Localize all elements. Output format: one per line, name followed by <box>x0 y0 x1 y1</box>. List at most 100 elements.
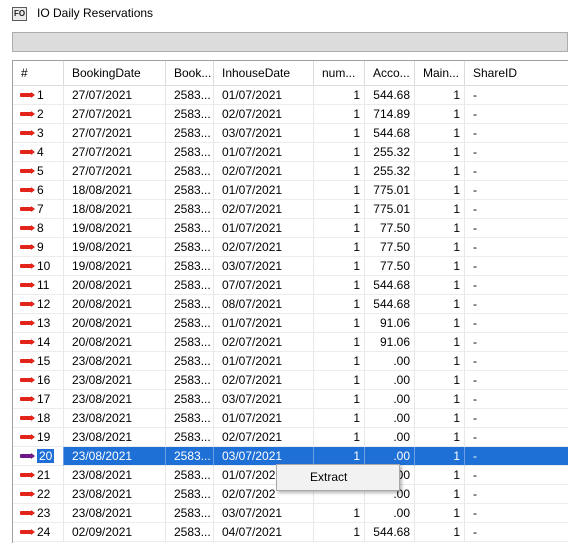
row-indicator-arrow-icon <box>20 282 35 288</box>
cell-accommodation: .00 <box>365 390 415 409</box>
cell-row-number: 6 <box>13 181 64 200</box>
cell-row-number: 5 <box>13 162 64 181</box>
cell-num: 1 <box>314 314 365 333</box>
cell-num: 1 <box>314 200 365 219</box>
table-row[interactable]: 2 27/07/2021 2583... 02/07/2021 1 714.89 1- <box>13 105 568 124</box>
table-row[interactable]: 13 20/08/2021 2583... 01/07/2021 1 91.06 1- <box>13 314 568 333</box>
cell-booking-date: 20/08/2021 <box>64 314 166 333</box>
cell-booking-date: 18/08/2021 <box>64 181 166 200</box>
cell-booking-date: 20/08/2021 <box>64 276 166 295</box>
row-number-label: 3 <box>37 126 44 140</box>
column-header-main[interactable]: Main... <box>415 61 465 85</box>
cell-share-id: - <box>465 466 568 485</box>
table-row[interactable]: 5 27/07/2021 2583... 02/07/2021 1 255.32 1- <box>13 162 568 181</box>
cell-row-number: 18 <box>13 409 64 428</box>
cell-main: 1 <box>415 105 465 124</box>
cell-num: 1 <box>314 86 365 105</box>
cell-inhouse-date: 02/07/2021 <box>214 333 314 352</box>
cell-row-number: 16 <box>13 371 64 390</box>
cell-inhouse-date: 03/07/2021 <box>214 504 314 523</box>
cell-share-id: - <box>465 523 568 542</box>
cell-booking-id: 2583... <box>166 238 214 257</box>
row-indicator-arrow-icon <box>20 149 35 155</box>
cell-booking-id: 2583... <box>166 314 214 333</box>
cell-num: 1 <box>314 276 365 295</box>
table-row[interactable]: 23 23/08/2021 2583... 03/07/2021 1.00 1- <box>13 504 568 523</box>
column-header-share-id[interactable]: ShareID <box>465 61 568 85</box>
cell-accommodation: 714.89 <box>365 105 415 124</box>
row-indicator-arrow-icon <box>20 415 35 421</box>
table-row[interactable]: 17 23/08/2021 2583... 03/07/2021 1.00 1- <box>13 390 568 409</box>
extract-menu-item[interactable]: Extract <box>279 467 397 488</box>
row-indicator-arrow-icon <box>20 225 35 231</box>
cell-num: 1 <box>314 162 365 181</box>
title-bar: FO IO Daily Reservations <box>0 0 574 28</box>
cell-inhouse-date: 02/07/2021 <box>214 200 314 219</box>
column-header-booking-id[interactable]: Book... <box>166 61 214 85</box>
table-row[interactable]: 19 23/08/2021 2583... 02/07/2021 1.00 1- <box>13 428 568 447</box>
column-header-num[interactable]: num... <box>314 61 365 85</box>
table-row[interactable]: 16 23/08/2021 2583... 02/07/2021 1.00 1- <box>13 371 568 390</box>
cell-booking-id: 2583... <box>166 409 214 428</box>
cell-booking-id: 2583... <box>166 257 214 276</box>
row-number-label: 12 <box>37 297 51 311</box>
table-row[interactable]: 15 23/08/2021 2583... 01/07/2021 1.00 1- <box>13 352 568 371</box>
column-header-row-number[interactable]: # <box>13 61 64 85</box>
table-row[interactable]: 1 27/07/2021 2583... 01/07/2021 1 544.68 1- <box>13 86 568 105</box>
cell-main: 1 <box>415 257 465 276</box>
cell-num: 1 <box>314 257 365 276</box>
cell-main: 1 <box>415 485 465 504</box>
cell-accommodation: 77.50 <box>365 238 415 257</box>
cell-booking-id: 2583... <box>166 447 214 466</box>
cell-inhouse-date: 08/07/2021 <box>214 295 314 314</box>
column-header-accommodation[interactable]: Acco... <box>365 61 415 85</box>
cell-num: 1 <box>314 333 365 352</box>
cell-booking-id: 2583... <box>166 333 214 352</box>
cell-booking-id: 2583... <box>166 428 214 447</box>
table-row[interactable]: 9 19/08/2021 2583... 02/07/2021 1 77.50 1- <box>13 238 568 257</box>
cell-inhouse-date: 01/07/2021 <box>214 409 314 428</box>
table-row[interactable]: 18 23/08/2021 2583... 01/07/2021 1.00 1- <box>13 409 568 428</box>
cell-main: 1 <box>415 466 465 485</box>
cell-share-id: - <box>465 485 568 504</box>
cell-booking-date: 19/08/2021 <box>64 238 166 257</box>
row-indicator-arrow-icon <box>20 339 35 345</box>
cell-booking-date: 27/07/2021 <box>64 124 166 143</box>
table-row[interactable]: 8 19/08/2021 2583... 01/07/2021 1 77.50 1- <box>13 219 568 238</box>
table-row[interactable]: 3 27/07/2021 2583... 03/07/2021 1 544.68 1- <box>13 124 568 143</box>
column-header-inhouse-date[interactable]: InhouseDate <box>214 61 314 85</box>
cell-share-id: - <box>465 143 568 162</box>
row-number-label: 14 <box>37 335 51 349</box>
cell-booking-date: 18/08/2021 <box>64 200 166 219</box>
row-number-label: 6 <box>37 183 44 197</box>
cell-inhouse-date: 02/07/2021 <box>214 428 314 447</box>
table-row[interactable]: 14 20/08/2021 2583... 02/07/2021 1 91.06 1- <box>13 333 568 352</box>
table-row[interactable]: 24 02/09/2021 2583... 04/07/2021 1 544.68 1- <box>13 523 568 542</box>
cell-row-number: 14 <box>13 333 64 352</box>
cell-accommodation: 775.01 <box>365 181 415 200</box>
table-row[interactable]: 10 19/08/2021 2583... 03/07/2021 1 77.50 1- <box>13 257 568 276</box>
cell-row-number: 4 <box>13 143 64 162</box>
table-row[interactable]: 6 18/08/2021 2583... 01/07/2021 1 775.01 1- <box>13 181 568 200</box>
cell-booking-date: 23/08/2021 <box>64 428 166 447</box>
table-row[interactable]: 11 20/08/2021 2583... 07/07/2021 1 544.68 1- <box>13 276 568 295</box>
cell-main: 1 <box>415 295 465 314</box>
column-header-booking-date[interactable]: BookingDate <box>64 61 166 85</box>
cell-accommodation: .00 <box>365 504 415 523</box>
cell-row-number: 20 <box>13 447 64 466</box>
cell-booking-id: 2583... <box>166 504 214 523</box>
cell-row-number: 11 <box>13 276 64 295</box>
cell-num: 1 <box>314 428 365 447</box>
cell-booking-date: 19/08/2021 <box>64 257 166 276</box>
table-row[interactable]: 12 20/08/2021 2583... 08/07/2021 1 544.68 1- <box>13 295 568 314</box>
row-number-label: 15 <box>37 354 51 368</box>
table-row[interactable]: 4 27/07/2021 2583... 01/07/2021 1 255.32 1- <box>13 143 568 162</box>
cell-main: 1 <box>415 523 465 542</box>
table-row[interactable]: 7 18/08/2021 2583... 02/07/2021 1 775.01 1- <box>13 200 568 219</box>
cell-accommodation: .00 <box>365 371 415 390</box>
row-indicator-arrow-icon <box>20 168 35 174</box>
cell-share-id: - <box>465 295 568 314</box>
row-number-label: 5 <box>37 164 44 178</box>
cell-share-id: - <box>465 219 568 238</box>
cell-accommodation: 255.32 <box>365 143 415 162</box>
